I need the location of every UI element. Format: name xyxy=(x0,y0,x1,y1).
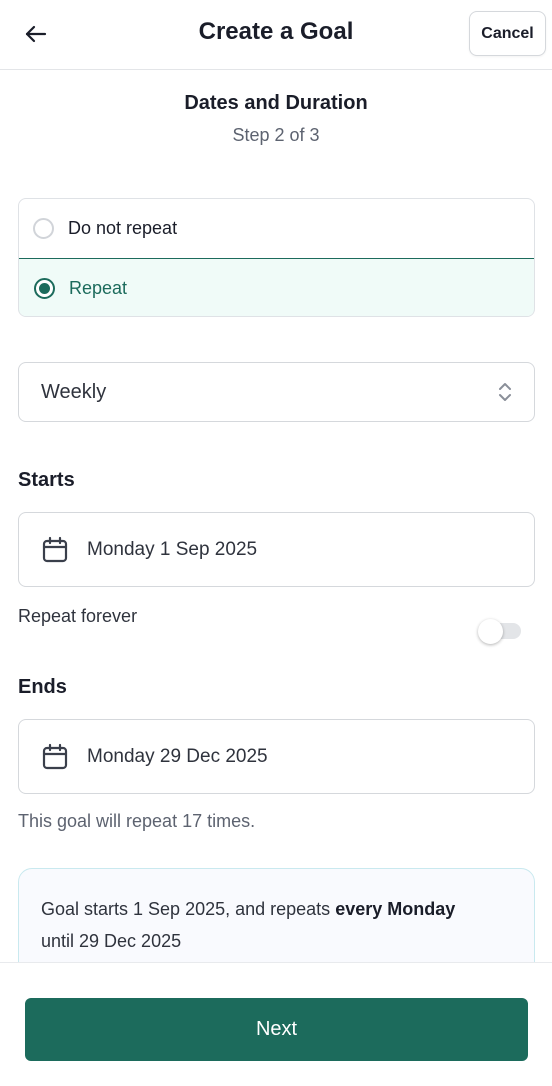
step-indicator: Step 2 of 3 xyxy=(232,125,320,145)
radio-button-checked[interactable] xyxy=(34,277,55,299)
radio-option-do-not-repeat[interactable]: Do not repeat xyxy=(19,199,534,258)
repeat-forever-toggle[interactable] xyxy=(478,619,521,644)
repeat-count-text: This goal will repeat 17 times. xyxy=(18,811,256,831)
section-title: Dates and Duration xyxy=(184,92,368,114)
summary-prefix: Goal starts 1 Sep 2025, and repeats xyxy=(41,899,336,919)
start-date-value: Monday 1 Sep 2025 xyxy=(87,538,258,560)
chevron-up-down-icon xyxy=(499,383,511,401)
frequency-select[interactable]: Weekly xyxy=(18,362,535,422)
calendar-icon xyxy=(41,743,69,771)
radio-label: Do not repeat xyxy=(68,218,178,238)
end-date-field[interactable]: Monday 29 Dec 2025 xyxy=(18,719,535,794)
frequency-value: Weekly xyxy=(41,380,107,403)
repeat-radio-group: Do not repeat Repeat xyxy=(18,198,535,317)
app-header: Create a Goal Cancel xyxy=(0,0,552,70)
calendar-icon xyxy=(41,536,69,564)
radio-label: Repeat xyxy=(69,277,128,298)
repeat-forever-label: Repeat forever xyxy=(18,606,138,626)
starts-label: Starts xyxy=(18,469,75,491)
start-date-field[interactable]: Monday 1 Sep 2025 xyxy=(18,512,535,587)
radio-option-repeat[interactable]: Repeat xyxy=(19,258,534,316)
footer-bar: Next xyxy=(0,962,552,1086)
radio-button-unchecked[interactable] xyxy=(33,218,54,239)
end-date-value: Monday 29 Dec 2025 xyxy=(87,745,268,767)
toggle-knob xyxy=(478,619,503,644)
summary-emphasis: every Monday xyxy=(335,899,456,919)
cancel-button[interactable]: Cancel xyxy=(469,11,546,56)
next-button[interactable]: Next xyxy=(25,998,528,1061)
radio-dot-icon xyxy=(39,282,50,294)
ends-label: Ends xyxy=(18,676,67,698)
summary-suffix: until 29 Dec 2025 xyxy=(41,931,182,951)
